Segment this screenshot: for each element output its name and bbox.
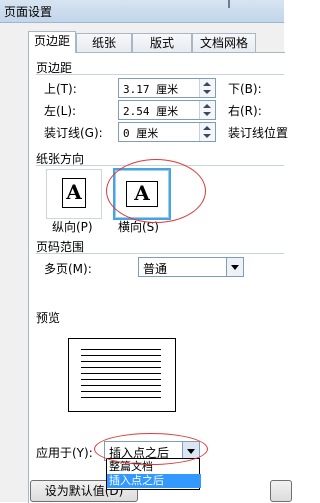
tab-margins[interactable]: 页边距: [28, 31, 76, 53]
landscape-option[interactable]: A: [113, 168, 171, 220]
top-margin-value: 3.17 厘米: [123, 83, 179, 96]
divider: [36, 253, 284, 254]
left-margin-field[interactable]: 2.54 厘米: [118, 100, 216, 120]
window-titlebar: 页面设置: [0, 0, 284, 23]
chevron-down-icon[interactable]: [226, 258, 243, 276]
ok-button[interactable]: [270, 480, 292, 502]
tab-label: 版式: [149, 36, 174, 50]
preview-line: [81, 385, 161, 386]
spin-up-icon[interactable]: [203, 104, 211, 108]
dropdown-option[interactable]: 整篇文档: [107, 460, 201, 474]
tab-label: 文档网格: [199, 36, 248, 50]
preview-section-title: 预览: [36, 311, 61, 325]
multiple-pages-label: 多页(M):: [44, 262, 92, 276]
tab-paper[interactable]: 纸张: [76, 33, 132, 53]
apply-to-label: 应用于(Y):: [36, 446, 93, 460]
spin-up-icon[interactable]: [203, 82, 211, 86]
spin-down-icon[interactable]: [203, 134, 211, 138]
top-margin-label: 上(T):: [44, 82, 77, 96]
resize-grip-icon: [228, 0, 230, 8]
portrait-label[interactable]: 纵向(P): [52, 218, 93, 235]
tab-document-grid[interactable]: 文档网格: [192, 33, 256, 53]
divider: [36, 74, 284, 75]
spin-up-icon[interactable]: [203, 126, 211, 130]
multiple-pages-value: 普通: [143, 262, 168, 276]
page-setup-dialog: 页边距 纸张 版式 文档网格 页边距 上(T): 3.17 厘米 下(B): 左…: [0, 23, 292, 503]
gutter-field[interactable]: 0 厘米: [118, 122, 216, 142]
portrait-page-icon: A: [62, 178, 86, 208]
portrait-option[interactable]: A: [46, 169, 102, 219]
multiple-pages-select[interactable]: 普通: [138, 257, 244, 277]
preview-line: [81, 391, 161, 392]
dropdown-option-selected[interactable]: 插入点之后: [107, 474, 201, 488]
tab-layout[interactable]: 版式: [132, 33, 192, 53]
window-title: 页面设置: [4, 5, 53, 19]
apply-to-dropdown-list[interactable]: 整篇文档 插入点之后: [106, 458, 201, 490]
left-margin-label: 左(L):: [44, 104, 77, 118]
right-margin-label: 右(R):: [228, 104, 262, 118]
tab-label: 页边距: [33, 34, 70, 48]
top-margin-spinner[interactable]: [199, 79, 215, 97]
gutter-value: 0 厘米: [123, 127, 159, 140]
preview-line: [81, 397, 161, 398]
gutter-label: 装订线(G):: [44, 126, 103, 140]
preview-line: [81, 367, 161, 368]
left-margin-spinner[interactable]: [199, 101, 215, 119]
top-margin-field[interactable]: 3.17 厘米: [118, 78, 216, 98]
preview-line: [81, 355, 161, 356]
left-margin-value: 2.54 厘米: [123, 105, 179, 118]
preview-line: [81, 361, 161, 362]
preview-line: [81, 349, 161, 350]
page-preview: [68, 338, 176, 412]
tab-label: 纸张: [91, 36, 116, 50]
landscape-page-icon: A: [126, 181, 158, 207]
divider: [36, 165, 284, 166]
spin-down-icon[interactable]: [203, 112, 211, 116]
preview-line: [81, 373, 161, 374]
gutter-spinner[interactable]: [199, 123, 215, 141]
bottom-margin-label: 下(B):: [228, 82, 262, 96]
spin-down-icon[interactable]: [203, 90, 211, 94]
preview-line: [81, 379, 161, 380]
gutter-position-label: 装订线位置: [228, 126, 289, 140]
landscape-label[interactable]: 横向(S): [118, 218, 159, 235]
